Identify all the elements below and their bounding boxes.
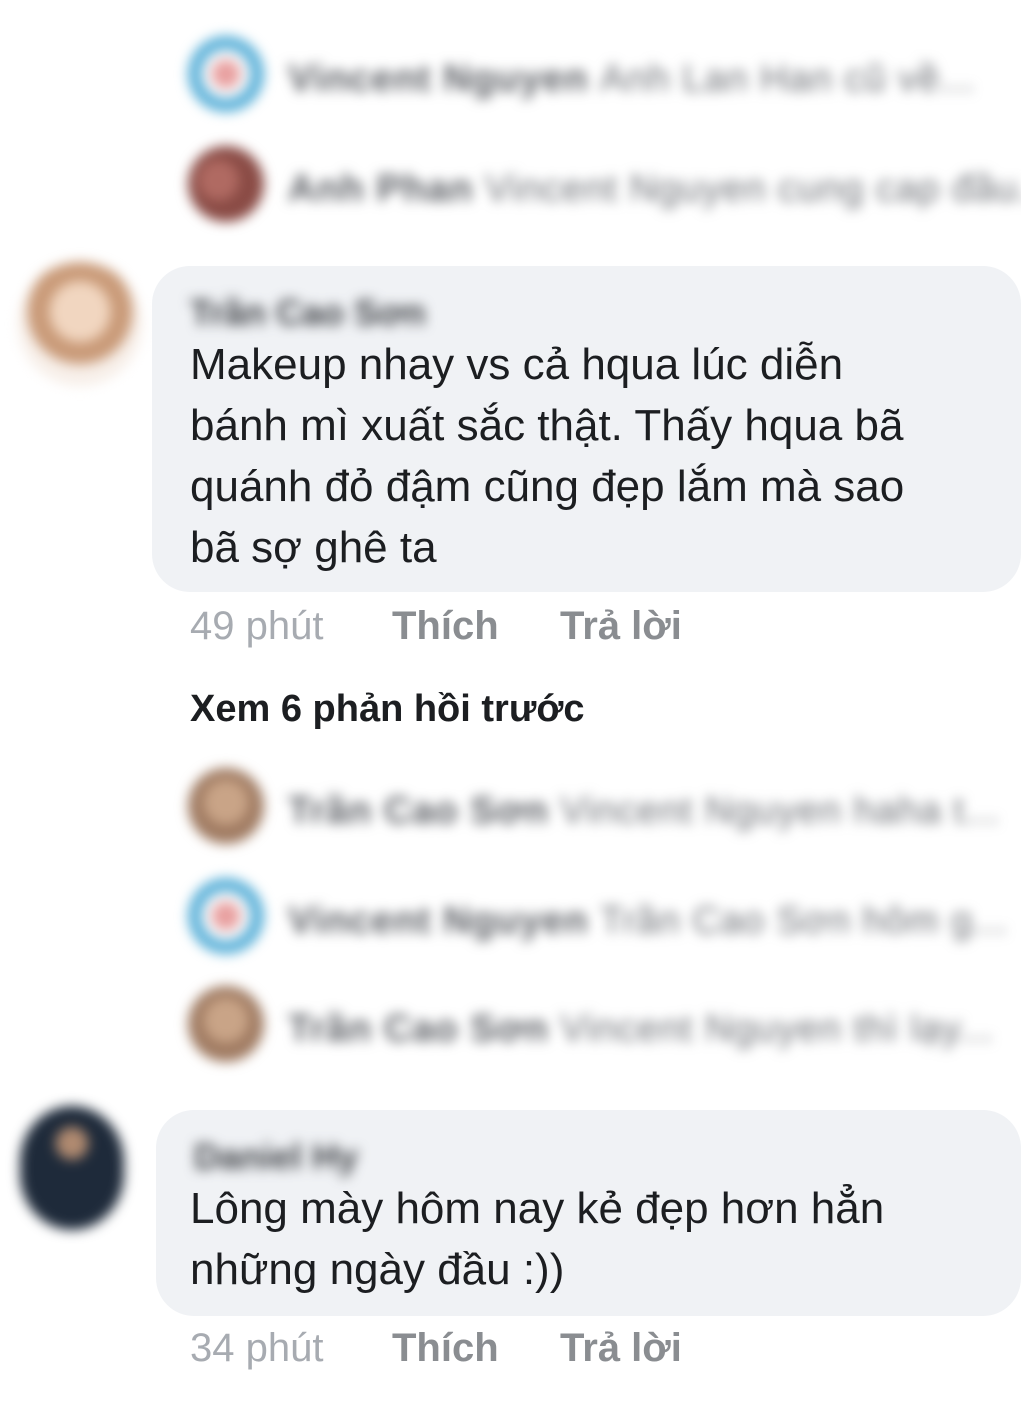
comment-actions: 34 phút Thích Trả lời xyxy=(190,1326,682,1371)
view-previous-replies-link[interactable]: Xem 6 phản hồi trước xyxy=(190,688,585,731)
comment-line: những ngày đầu :)) xyxy=(190,1245,565,1294)
reply-author[interactable]: Vincent Nguyen xyxy=(288,58,588,100)
reply-button[interactable]: Trả lời xyxy=(560,604,682,649)
commenter-avatar[interactable] xyxy=(20,1106,124,1230)
badge-avatar-icon[interactable] xyxy=(188,36,264,112)
comment-line: quánh đỏ đậm cũng đẹp lắm mà sao xyxy=(190,462,905,511)
comment-line: Makeup nhay vs cả hqua lúc diễn xyxy=(190,340,844,389)
reply-author[interactable]: Vincent Nguyen xyxy=(288,900,588,942)
reply-snippet: Anh Lan Han cũ về... xyxy=(600,58,975,100)
badge-avatar-icon[interactable] xyxy=(188,878,264,954)
reply-button[interactable]: Trả lời xyxy=(560,1326,682,1371)
commenter-avatar[interactable] xyxy=(18,262,142,386)
reply-snippet: Vincent Nguyen thì lạy... xyxy=(560,1008,994,1050)
comment-author[interactable]: Trần Cao Sơn xyxy=(190,292,426,334)
comment-actions: 49 phút Thích Trả lời xyxy=(190,604,682,649)
comment-timestamp[interactable]: 49 phút xyxy=(190,604,323,648)
comment-author[interactable]: Daniel Hy xyxy=(194,1136,358,1178)
comment-text: Makeup nhay vs cả hqua lúc diễn bánh mì … xyxy=(190,334,904,578)
comment-bubble: Trần Cao Sơn Makeup nhay vs cả hqua lúc … xyxy=(152,266,1021,592)
comment-line: bánh mì xuất sắc thật. Thấy hqua bã xyxy=(190,401,904,450)
reply-author[interactable]: Trần Cao Sơn xyxy=(288,790,549,832)
comment-text: Lông mày hôm nay kẻ đẹp hơn hẳn những ng… xyxy=(190,1178,884,1300)
comment-timestamp[interactable]: 34 phút xyxy=(190,1326,323,1370)
like-button[interactable]: Thích xyxy=(392,604,499,649)
comment-line: bã sợ ghê ta xyxy=(190,523,437,572)
comment-line: Lông mày hôm nay kẻ đẹp hơn hẳn xyxy=(190,1184,885,1233)
reply-snippet: Vincent Nguyen cung cap đầu... xyxy=(484,168,1021,210)
reply-author[interactable]: Trần Cao Sơn xyxy=(288,1008,549,1050)
reply-snippet: Trần Cao Sơn hôm g... xyxy=(600,900,1008,942)
like-button[interactable]: Thích xyxy=(392,1326,499,1371)
comment-bubble: Daniel Hy Lông mày hôm nay kẻ đẹp hơn hẳ… xyxy=(156,1110,1021,1316)
reply-snippet: Vincent Nguyen haha t... xyxy=(560,790,1000,832)
user-avatar-icon[interactable] xyxy=(188,768,264,844)
reply-author[interactable]: Anh Phan xyxy=(288,168,473,210)
user-avatar-icon[interactable] xyxy=(188,986,264,1062)
user-avatar-icon[interactable] xyxy=(188,146,264,222)
